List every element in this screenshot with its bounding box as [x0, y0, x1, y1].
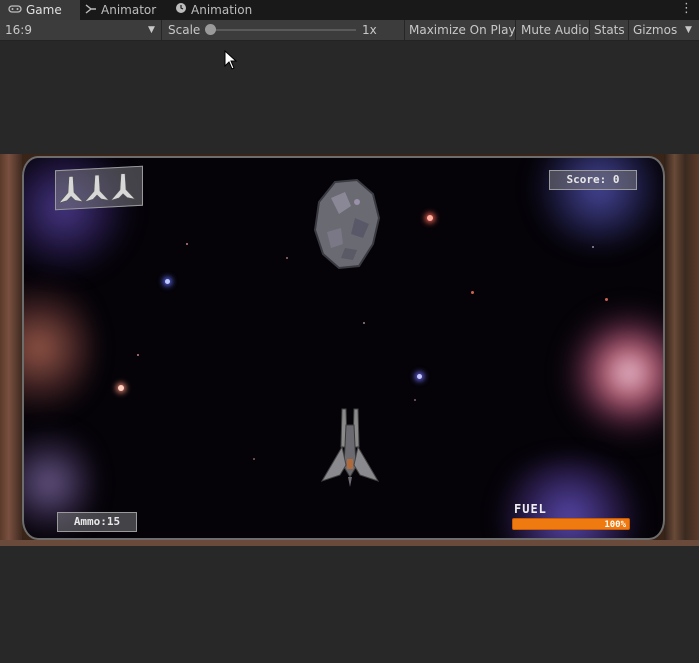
toolbar-divider [161, 20, 162, 40]
cockpit-frame-bottom [0, 540, 699, 546]
mute-audio-toggle[interactable]: Mute Audio [521, 20, 589, 40]
nebula [24, 268, 94, 428]
star [363, 322, 365, 324]
tab-game-label: Game [26, 3, 62, 17]
gamepad-icon [8, 1, 22, 21]
editor-tab-bar: Game Animator Animation ⋮ [0, 0, 699, 21]
player-spaceship [320, 408, 380, 487]
star [253, 458, 255, 460]
star [427, 215, 433, 221]
game-screen: Score: 0 Ammo:15 FUEL 100% [22, 156, 665, 540]
tab-animator[interactable]: Animator [85, 0, 156, 20]
tab-animation-label: Animation [191, 3, 253, 17]
maximize-on-play-toggle[interactable]: Maximize On Play [409, 20, 516, 40]
scale-slider-handle[interactable] [205, 24, 216, 35]
score-display: Score: 0 [549, 170, 637, 190]
animator-icon [85, 1, 97, 21]
cockpit-frame-right [664, 154, 699, 546]
star [137, 354, 139, 356]
star [165, 279, 170, 284]
scale-value: 1x [362, 23, 377, 37]
scale-slider-track[interactable] [210, 29, 356, 31]
tab-animator-label: Animator [101, 3, 157, 17]
fuel-bar: 100% [512, 518, 630, 530]
star [118, 385, 124, 391]
asteroid [313, 178, 381, 270]
star [471, 291, 474, 294]
gizmos-toggle[interactable]: Gizmos [633, 20, 677, 40]
star [414, 399, 416, 401]
lives-panel [55, 165, 143, 211]
toolbar-divider [515, 20, 516, 40]
tab-animation[interactable]: Animation [175, 0, 252, 20]
star [417, 374, 422, 379]
star [286, 257, 288, 259]
toolbar-divider [628, 20, 629, 40]
fuel-label: FUEL [514, 502, 547, 516]
nebula [564, 298, 663, 448]
star [186, 243, 188, 245]
stats-toggle[interactable]: Stats [594, 20, 625, 40]
toolbar-divider [589, 20, 590, 40]
cockpit-frame-left [0, 154, 22, 546]
clock-icon [175, 1, 187, 21]
star [605, 298, 608, 301]
chevron-down-icon[interactable]: ▼ [685, 20, 692, 40]
more-options-icon[interactable]: ⋮ [680, 2, 693, 16]
tab-game[interactable]: Game [0, 0, 80, 20]
mouse-cursor-icon [224, 50, 238, 70]
scale-label: Scale [168, 23, 201, 37]
toolbar-divider [404, 20, 405, 40]
ammo-display: Ammo:15 [57, 512, 137, 532]
chevron-down-icon[interactable]: ▼ [148, 20, 155, 40]
star [592, 246, 594, 248]
aspect-dropdown[interactable]: 16:9 [5, 20, 32, 40]
lives-ship-icons [58, 173, 136, 204]
